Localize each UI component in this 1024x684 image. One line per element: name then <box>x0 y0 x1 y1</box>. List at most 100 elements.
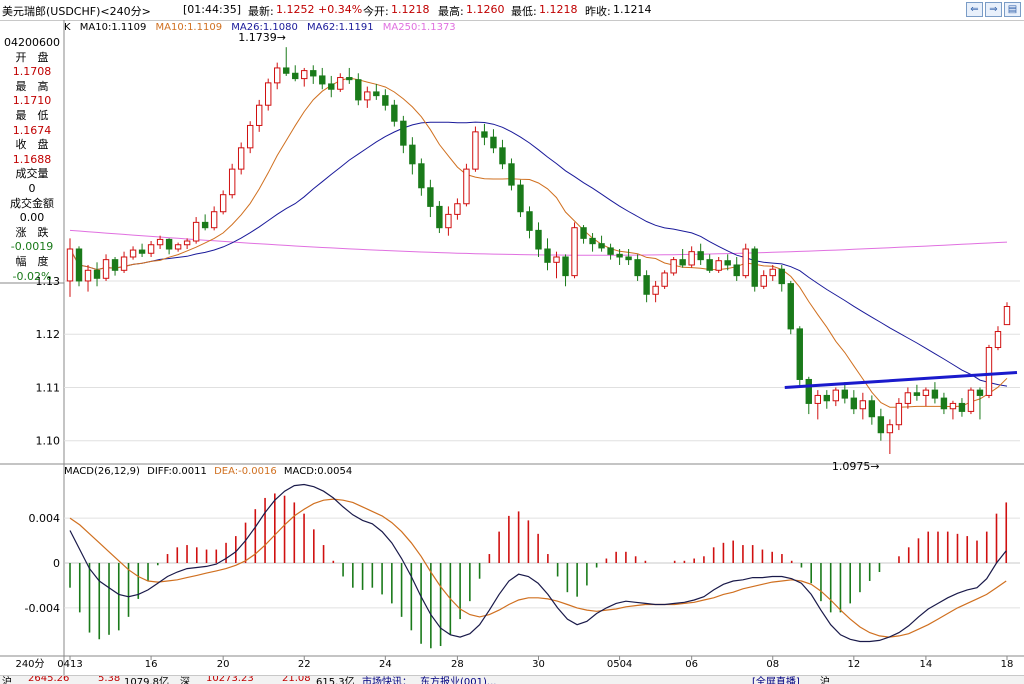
candle-up <box>463 168 470 205</box>
info-change-value: -0.0019 <box>10 240 54 254</box>
candle-up <box>66 248 74 282</box>
candle-up <box>472 131 479 170</box>
low-marker-label: 1.0975→ <box>832 460 880 473</box>
ticker-sh-amount: 1079.8亿 <box>124 677 169 684</box>
info-volume-value: 0 <box>28 181 36 195</box>
x-tick-label: 28 <box>451 659 464 670</box>
candle-up <box>183 240 191 246</box>
candle-down <box>589 237 596 245</box>
candle-down <box>373 91 380 97</box>
candle-down <box>625 256 632 261</box>
candle-down <box>201 221 209 229</box>
candle-up <box>265 82 272 106</box>
info-change-label: 涨 跌 <box>15 225 49 239</box>
candle-down <box>877 416 885 434</box>
candle-up <box>859 400 867 410</box>
y-tick-label: 1.12 <box>36 328 61 341</box>
candle-down <box>931 389 939 399</box>
candle-up <box>922 389 930 396</box>
candle-up <box>454 203 461 215</box>
candle-up <box>769 268 776 277</box>
candle-down <box>481 131 488 138</box>
candle-down <box>958 402 966 412</box>
info-open-label: 开 盘 <box>15 50 49 64</box>
candle-down <box>427 187 434 207</box>
candle-down <box>850 397 858 410</box>
candle-up <box>967 389 975 412</box>
candle-down <box>841 389 849 399</box>
candle-down <box>508 163 515 186</box>
candle-down <box>913 392 921 396</box>
candle-down <box>733 264 740 277</box>
candle-up <box>985 347 993 396</box>
x-tick-label: 14 <box>920 659 933 670</box>
info-amplitude-value: -0.02% <box>12 269 52 283</box>
info-high-label: 最 高 <box>15 79 49 93</box>
diff-legend: DIFF:0.0011 <box>147 466 207 477</box>
candle-down <box>643 275 650 295</box>
dea-legend: DEA:-0.0016 <box>214 466 277 477</box>
candle-up <box>814 394 821 404</box>
candle-up <box>949 402 957 410</box>
candle-up <box>571 227 578 277</box>
candle-down <box>679 259 686 266</box>
info-volume-label: 成交量 <box>15 167 49 181</box>
candle-down <box>400 120 407 146</box>
candle-up <box>832 389 840 402</box>
candle-down <box>796 328 803 380</box>
info-amount-label: 成交金额 <box>10 196 54 210</box>
candle-up <box>364 91 371 101</box>
candle-down <box>436 205 443 229</box>
candle-down <box>292 72 299 80</box>
candle-up <box>994 331 1002 349</box>
candle-up <box>1003 306 1011 326</box>
candle-down <box>283 67 290 74</box>
chart-canvas[interactable]: 1.101.111.121.130.0040-0.0040413 16 20 22 24… <box>0 0 1024 682</box>
candle-down <box>868 400 876 418</box>
candle-down <box>940 397 948 410</box>
x-tick-label: 24 <box>379 659 392 670</box>
candle-up <box>904 392 912 404</box>
candle-up <box>670 259 677 274</box>
candle-down <box>805 378 812 404</box>
trendline <box>784 371 1018 389</box>
candle-down <box>976 389 984 396</box>
candle-down <box>544 248 551 263</box>
high-marker-label: 1.1739→ <box>238 31 286 44</box>
y-tick-label: 1.10 <box>36 435 61 448</box>
candle-down <box>382 95 389 106</box>
candle-up <box>760 275 767 287</box>
candle-down <box>634 259 641 277</box>
candle-up <box>210 211 218 229</box>
candle-up <box>228 168 236 196</box>
candle-down <box>409 144 416 165</box>
ticker-sz-change: 21.08 <box>282 675 311 684</box>
candle-down <box>751 248 758 287</box>
macd-value-legend: MACD:0.0054 <box>283 466 353 477</box>
x-tick-label: 12 <box>847 659 860 670</box>
news-label[interactable]: 市场快讯： <box>362 676 412 684</box>
info-amount-value: 0.00 <box>19 211 45 225</box>
candle-up <box>274 67 281 84</box>
x-tick-label: 18 <box>1001 659 1014 670</box>
x-tick-label: 16 <box>145 659 158 670</box>
candle-down <box>535 229 542 250</box>
candle-up <box>174 244 182 250</box>
x-tick-label: 22 <box>298 659 311 670</box>
fullscreen-live-link[interactable]: [全屏直播] <box>752 676 800 684</box>
candle-down <box>499 147 506 165</box>
ticker-sz-index: 10273.23 <box>206 675 254 684</box>
candle-up <box>886 424 894 434</box>
candle-down <box>724 260 731 266</box>
macd-y-tick-label: 0.004 <box>29 512 61 525</box>
ticker-bar: 沪 2645.26 5.38 1079.8亿 深 10273.23 21.08 … <box>0 675 1024 684</box>
candle-down <box>319 75 326 85</box>
candle-down <box>526 211 533 231</box>
x-tick-label: 20 <box>217 659 230 670</box>
info-amplitude-label: 幅 度 <box>15 254 49 268</box>
y-tick-label: 1.11 <box>36 381 61 394</box>
info-date: 04200600 <box>4 36 60 49</box>
candle-up <box>129 249 137 258</box>
news-text[interactable]: 东方报业(001)... <box>420 676 496 684</box>
candle-up <box>337 77 344 90</box>
